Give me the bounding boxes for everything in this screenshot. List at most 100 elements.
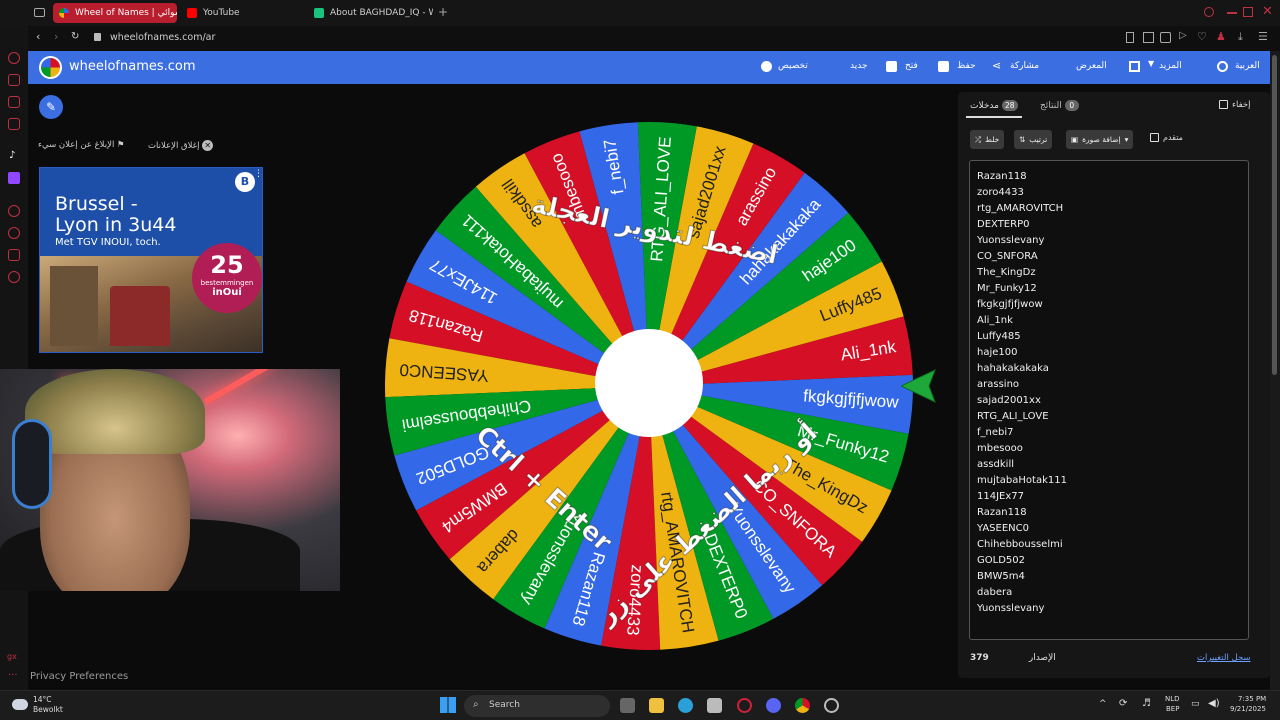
site-logo-icon[interactable] <box>39 56 62 79</box>
wheel-svg[interactable]: fkgkgjfjfjwowAli_1nkLuffy485haje100hahak… <box>383 120 915 652</box>
weather-icon[interactable] <box>12 699 28 710</box>
sidebar-twitch-icon[interactable] <box>8 172 20 184</box>
task-view-icon[interactable] <box>620 698 635 713</box>
ad-badge-text: bestemmingen <box>200 279 254 287</box>
app-icon[interactable] <box>824 698 839 713</box>
minimize-icon[interactable] <box>1227 12 1237 14</box>
privacy-preferences-link[interactable]: Privacy Preferences <box>30 671 128 682</box>
keyboard-layout[interactable]: BEP <box>1166 705 1179 713</box>
account-icon[interactable]: ♟ <box>1216 30 1226 43</box>
snapshot-icon[interactable] <box>1143 32 1154 43</box>
taskbar-search[interactable]: ⌕ Search <box>464 695 610 717</box>
url-field[interactable]: wheelofnames.com/ar <box>110 32 215 43</box>
hide-label: إخفاء <box>1232 100 1251 110</box>
nav-more[interactable]: المزيد <box>1159 61 1182 71</box>
fullscreen-icon[interactable] <box>1129 61 1140 72</box>
nav-new[interactable]: جديد <box>850 61 868 71</box>
tab-entries[interactable]: مدخلات 28 <box>970 100 1018 111</box>
clock-time[interactable]: 7:35 PM <box>1238 695 1266 703</box>
windows-start-icon[interactable] <box>440 697 456 713</box>
weather-temperature[interactable]: 14°C <box>33 695 52 704</box>
volume-icon[interactable]: ◀) <box>1208 698 1220 709</box>
bookmark-icon[interactable] <box>1126 32 1134 43</box>
new-tab-button[interactable]: + <box>438 5 448 19</box>
sidebar-gx-icon[interactable]: gx <box>7 652 17 661</box>
tab-baghdad[interactable]: About BAGHDAD_IQ - Wa <box>308 3 433 23</box>
file-explorer-icon[interactable] <box>649 698 664 713</box>
nav-share[interactable]: مشاركة <box>1010 61 1039 71</box>
scrollbar-thumb[interactable] <box>1272 55 1277 375</box>
entries-textarea[interactable]: Razan118 zoro4433 rtg_AMAROVITCH DEXTERP0 Yu… <box>969 160 1249 640</box>
discord-icon[interactable] <box>766 698 781 713</box>
close-ads-label: إغلاق الإعلانات <box>148 141 200 151</box>
address-bar: ‹ › ↻ wheelofnames.com/ar ▷ ♡ ♟ ⤓ ☰ <box>28 26 1280 50</box>
sidebar-extensions-icon[interactable] <box>8 249 20 261</box>
spin-wheel[interactable]: fkgkgjfjfjwow Ali_1nk Luffy485 haje100 hahak… <box>383 120 915 652</box>
tab-results[interactable]: النتائج 0 <box>1040 100 1079 111</box>
sidebar-messenger-icon[interactable] <box>8 96 20 108</box>
hide-checkbox-box[interactable] <box>1219 100 1228 109</box>
network-icon[interactable]: ▭ <box>1191 699 1200 709</box>
advanced-checkbox-box[interactable] <box>1150 133 1159 142</box>
sidebar-more-icon[interactable]: ··· <box>8 670 18 681</box>
store-icon[interactable] <box>707 698 722 713</box>
tray-sync-icon[interactable]: ⟳ <box>1119 698 1127 709</box>
heart-icon[interactable]: ♡ <box>1197 30 1207 43</box>
tray-mic-icon[interactable]: ♬ <box>1142 698 1151 709</box>
sidebar-bag-icon[interactable] <box>8 74 20 86</box>
edit-pencil-button[interactable]: ✎ <box>39 95 63 119</box>
sidebar-clock-icon[interactable] <box>8 227 20 239</box>
vpn-icon[interactable] <box>1160 32 1171 43</box>
forward-icon[interactable]: › <box>54 30 58 43</box>
entry-line: 114JEx77 <box>977 491 1024 502</box>
shuffle-button[interactable]: ⤮ خلط <box>970 130 1005 149</box>
maximize-icon[interactable] <box>1243 7 1253 17</box>
nav-open[interactable]: فتح <box>905 61 918 71</box>
page-scrollbar[interactable] <box>1270 51 1280 690</box>
play-icon[interactable]: ▷ <box>1179 30 1187 41</box>
clock-date[interactable]: 9/21/2025 <box>1230 705 1266 713</box>
sidebar-tiktok-icon[interactable]: ♪ <box>9 150 15 161</box>
reload-icon[interactable]: ↻ <box>71 31 79 42</box>
entry-line: arassino <box>977 379 1020 390</box>
wheel-hub[interactable] <box>595 329 703 437</box>
advanced-checkbox[interactable]: متقدم <box>1150 133 1183 142</box>
entry-line: GOLD502 <box>977 555 1025 566</box>
sort-button[interactable]: ⇅ ترتيب <box>1014 130 1053 149</box>
changelog-link[interactable]: سجل التغييرات <box>1197 653 1251 663</box>
opera-gx-icon[interactable] <box>737 698 752 713</box>
input-language[interactable]: NLD <box>1165 695 1180 703</box>
entry-line: assdkill <box>977 459 1015 470</box>
nav-save[interactable]: حفظ <box>957 61 976 71</box>
tab-wheel-of-names[interactable]: Wheel of Names | عشوائي <box>53 3 177 23</box>
version-label: الإصدار <box>1028 653 1056 663</box>
ad-badge-number: 25 <box>210 251 244 279</box>
window-search-icon[interactable] <box>1204 7 1214 17</box>
close-ads-link[interactable]: إغلاق الإعلانات ✕ <box>148 140 214 151</box>
download-icon[interactable]: ⤓ <box>1238 30 1243 44</box>
tray-chevron-icon[interactable]: ^ <box>1099 699 1107 709</box>
tab-search-icon[interactable] <box>34 8 45 17</box>
sidebar-settings-icon[interactable] <box>8 271 20 283</box>
sidebar-aria-icon[interactable] <box>8 52 20 64</box>
close-window-icon[interactable]: ✕ <box>1262 4 1273 19</box>
sidebar-history-icon[interactable] <box>8 205 20 217</box>
site-title[interactable]: wheelofnames.com <box>69 59 196 74</box>
menu-icon[interactable]: ☰ <box>1258 30 1268 43</box>
tab-youtube[interactable]: YouTube <box>181 3 306 23</box>
sidebar-player-icon[interactable] <box>8 118 20 130</box>
ad-banner[interactable]: B ⋮ Brussel - Lyon in 3u44 Met TGV INOUI… <box>39 167 263 353</box>
report-ad-link[interactable]: الإبلاغ عن إعلان سيء ⚑ <box>38 140 125 150</box>
nav-language[interactable]: العربية <box>1235 61 1260 71</box>
chrome-icon[interactable] <box>795 698 810 713</box>
nav-gallery[interactable]: المعرض <box>1076 61 1107 71</box>
back-icon[interactable]: ‹ <box>36 30 40 43</box>
site-header: wheelofnames.com تخصيص جديد فتح حفظ ⋖ مش… <box>28 51 1270 84</box>
ad-options-icon[interactable]: ⋮ <box>254 169 262 179</box>
weather-description[interactable]: Bewolkt <box>33 705 63 714</box>
sort-label: ترتيب <box>1029 135 1048 144</box>
edge-icon[interactable] <box>678 698 693 713</box>
hide-checkbox[interactable]: إخفاء <box>1219 100 1251 110</box>
nav-customize[interactable]: تخصيص <box>778 61 808 71</box>
add-image-button[interactable]: ▣ إضافة صورة ▾ <box>1066 130 1134 149</box>
